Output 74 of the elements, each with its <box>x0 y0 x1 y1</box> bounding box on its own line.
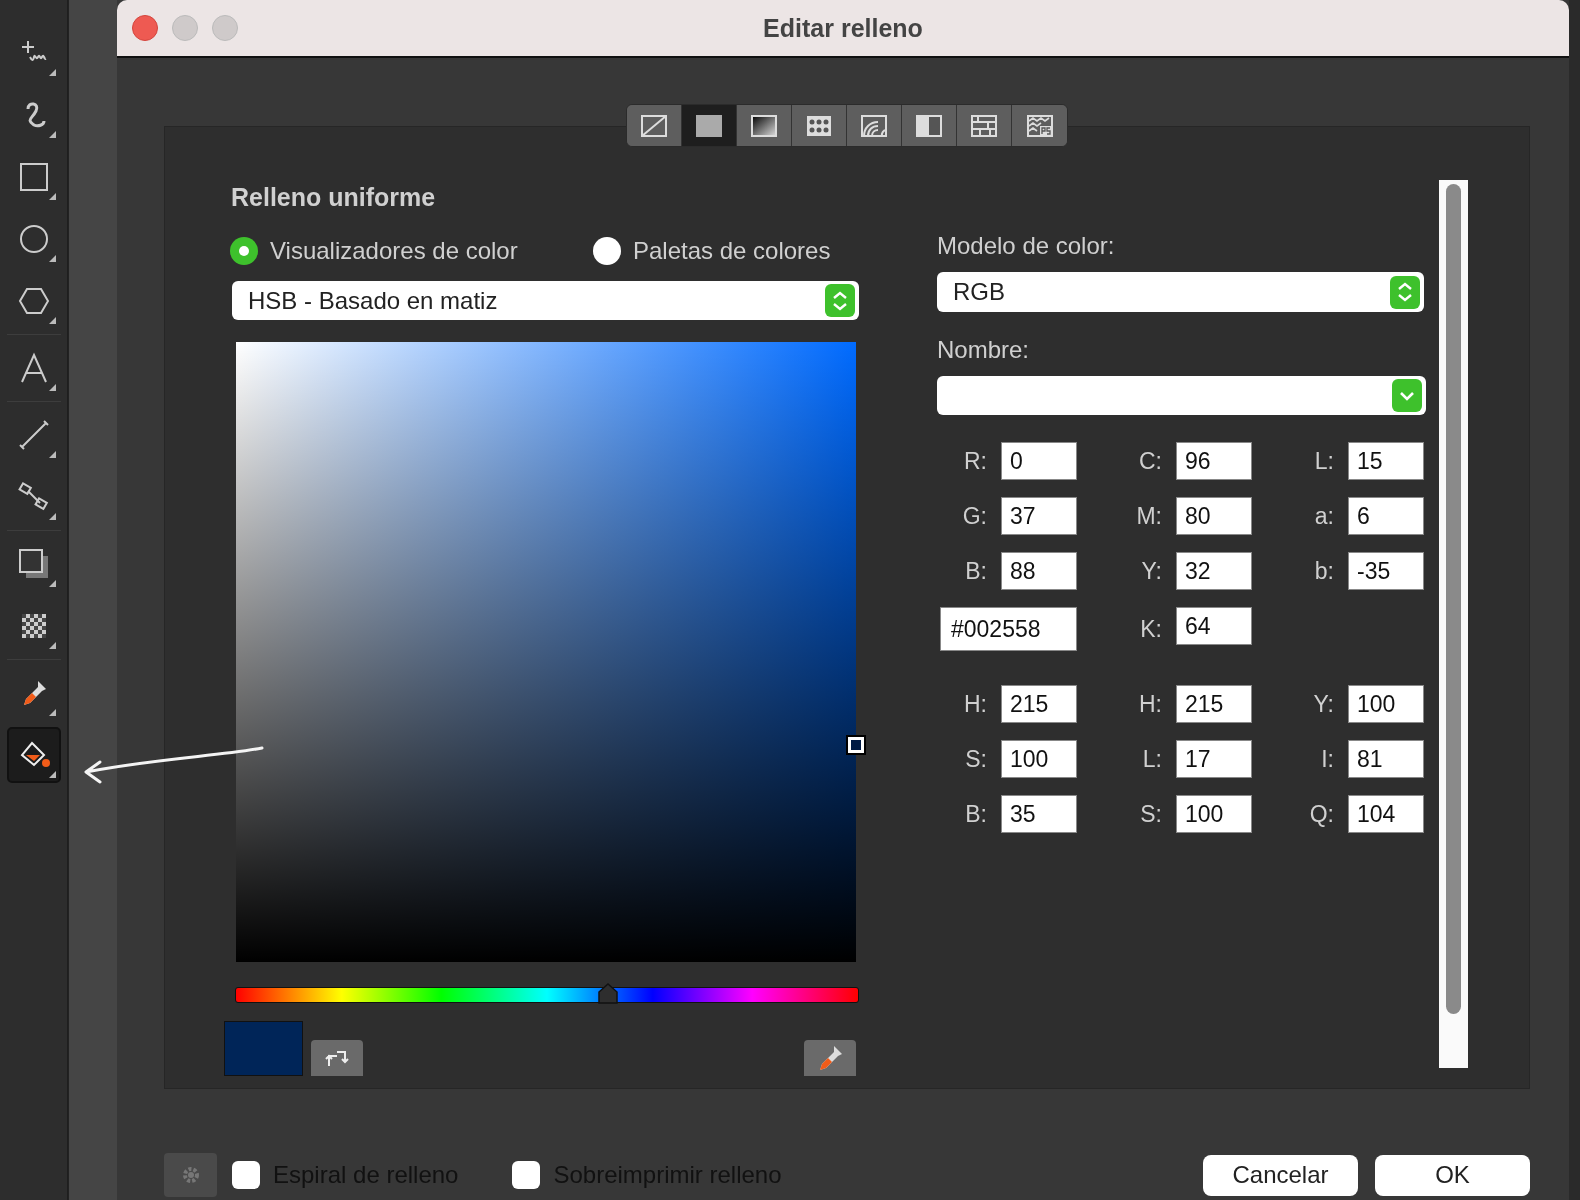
field-label: C: <box>1138 447 1163 475</box>
field-label: a: <box>1313 502 1335 530</box>
hex-field[interactable]: #002558 <box>940 607 1077 651</box>
value-field[interactable]: 215 <box>1176 685 1252 723</box>
value-field[interactable]: -35 <box>1348 552 1424 590</box>
field-label: Y: <box>1140 557 1163 585</box>
connector-icon <box>17 481 50 513</box>
color-marker[interactable] <box>848 737 864 753</box>
no-fill-icon <box>640 113 668 138</box>
value-field[interactable]: 88 <box>1001 552 1077 590</box>
close-button[interactable] <box>132 15 158 41</box>
eyedropper-button[interactable] <box>804 1040 856 1076</box>
value-field[interactable]: 96 <box>1176 442 1252 480</box>
field-label: M: <box>1135 502 1163 530</box>
hexagon-icon <box>17 285 50 317</box>
field-label: Nombre: <box>937 336 1031 364</box>
field-label: Modelo de color: <box>937 232 1116 260</box>
ok-button[interactable]: OK <box>1375 1154 1530 1196</box>
swap-arrows-icon <box>323 1048 351 1068</box>
value-field[interactable]: 35 <box>1001 795 1077 833</box>
field-label: B: <box>964 800 988 828</box>
fill-type-tab[interactable] <box>682 105 737 146</box>
color-field[interactable] <box>236 342 856 962</box>
color-model-dropdown[interactable]: RGB <box>937 272 1424 312</box>
window-title: Editar relleno <box>763 13 923 43</box>
field-label: B: <box>964 557 988 585</box>
ellipse-icon <box>17 223 50 255</box>
gradient-fill-icon <box>750 113 778 138</box>
value-field[interactable]: 32 <box>1176 552 1252 590</box>
field-label: I: <box>1320 745 1335 773</box>
field-label: L: <box>1141 745 1163 773</box>
value-field[interactable]: 6 <box>1348 497 1424 535</box>
fill-type-tab[interactable] <box>627 105 682 146</box>
field-label: S: <box>964 745 988 773</box>
value-field[interactable]: 37 <box>1001 497 1077 535</box>
radio-option[interactable]: Visualizadores de color <box>230 237 593 265</box>
value-field[interactable]: 100 <box>1348 685 1424 723</box>
value-field[interactable]: 215 <box>1001 685 1077 723</box>
viewer-dropdown[interactable]: HSB - Basado en matiz <box>232 281 859 320</box>
value-field[interactable]: 64 <box>1176 607 1252 645</box>
field-label: L: <box>1313 447 1335 475</box>
field-label: H: <box>963 690 988 718</box>
value-field[interactable]: 104 <box>1348 795 1424 833</box>
tool-button[interactable] <box>6 727 61 783</box>
value-field[interactable]: 100 <box>1176 795 1252 833</box>
value-field[interactable]: 81 <box>1348 740 1424 778</box>
value-field[interactable]: 100 <box>1001 740 1077 778</box>
value-field[interactable]: 15 <box>1348 442 1424 480</box>
value-field[interactable]: 80 <box>1176 497 1252 535</box>
field-label: b: <box>1313 557 1335 585</box>
pattern-fill-icon <box>805 113 833 138</box>
texture-fill-icon <box>970 113 998 138</box>
cancel-button[interactable]: Cancelar <box>1203 1154 1358 1196</box>
field-label: H: <box>1138 690 1163 718</box>
field-label: G: <box>961 502 988 530</box>
value-field[interactable]: 0 <box>1001 442 1077 480</box>
solid-fill-icon <box>695 113 723 138</box>
scrollbar[interactable] <box>1439 180 1468 1068</box>
value-field[interactable]: 17 <box>1176 740 1252 778</box>
radio-option[interactable]: Paletas de colores <box>593 237 831 265</box>
section-title: Relleno uniforme <box>231 183 437 212</box>
slider-thumb[interactable] <box>597 983 618 1005</box>
postscript-fill-icon <box>1025 113 1054 138</box>
field-label: K: <box>1139 615 1163 643</box>
two-color-fill-icon <box>915 113 943 138</box>
field-label: R: <box>963 447 988 475</box>
field-label: S: <box>1139 800 1163 828</box>
drop-shadow-icon <box>17 548 50 580</box>
rectangle-icon <box>17 161 50 193</box>
field-label: Y: <box>1312 690 1335 718</box>
swap-button[interactable] <box>311 1040 363 1076</box>
field-label: Q: <box>1308 800 1335 828</box>
swirl-pattern-icon <box>860 113 888 138</box>
line-icon <box>17 419 50 451</box>
